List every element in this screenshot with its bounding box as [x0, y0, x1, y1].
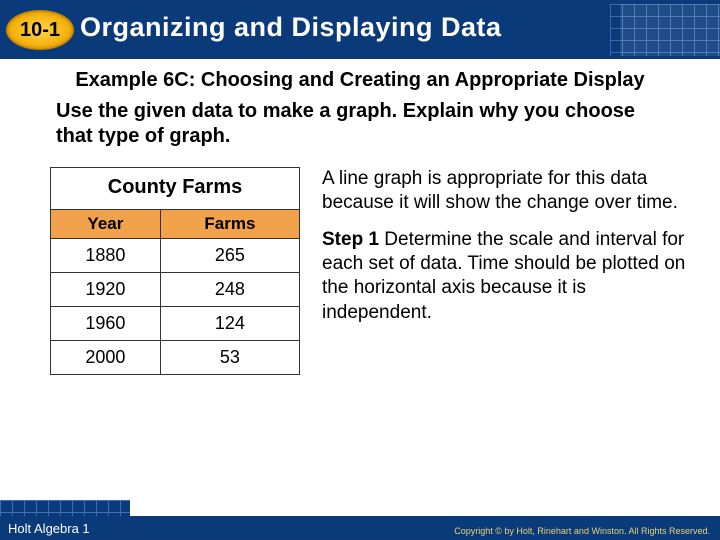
lesson-number-badge: 10-1: [6, 10, 74, 50]
cell-year: 1920: [51, 273, 161, 307]
cell-farms: 248: [160, 273, 299, 307]
cell-year: 1880: [51, 239, 161, 273]
answer-paragraph-2: Step 1 Determine the scale and interval …: [322, 228, 690, 325]
cell-year: 2000: [51, 341, 161, 375]
slide-header: 10-1 Organizing and Displaying Data: [0, 0, 720, 56]
table-row: 2000 53: [51, 341, 300, 375]
table-header-farms: Farms: [160, 210, 299, 239]
answer-text: A line graph is appropriate for this dat…: [322, 167, 690, 375]
table-header-row: Year Farms: [51, 210, 300, 239]
cell-farms: 265: [160, 239, 299, 273]
table-row: 1920 248: [51, 273, 300, 307]
data-table-wrap: County Farms Year Farms 1880 265 1920 24…: [50, 167, 300, 375]
slide-content: Example 6C: Choosing and Creating an App…: [0, 62, 720, 375]
footer-copyright: Copyright © by Holt, Rinehart and Winsto…: [454, 526, 710, 536]
table-row: 1960 124: [51, 307, 300, 341]
header-grid-decoration: [610, 4, 720, 56]
cell-farms: 124: [160, 307, 299, 341]
answer-paragraph-1: A line graph is appropriate for this dat…: [322, 167, 690, 216]
data-table: Year Farms 1880 265 1920 248 1960 124: [50, 209, 300, 375]
callout-value: 248: [215, 279, 245, 300]
table-header-year: Year: [51, 210, 161, 239]
cell-year: 1960: [51, 307, 161, 341]
table-title: County Farms: [50, 167, 300, 209]
footer-book-title: Holt Algebra 1: [8, 521, 90, 536]
cell-farms: 53: [160, 341, 299, 375]
table-row: 1880 265: [51, 239, 300, 273]
slide-title: Organizing and Displaying Data: [80, 12, 502, 43]
step-label: Step 1: [322, 229, 379, 250]
content-row: County Farms Year Farms 1880 265 1920 24…: [26, 167, 694, 375]
header-divider: [0, 56, 720, 59]
example-prompt: Use the given data to make a graph. Expl…: [56, 99, 674, 149]
example-title: Example 6C: Choosing and Creating an App…: [26, 68, 694, 93]
